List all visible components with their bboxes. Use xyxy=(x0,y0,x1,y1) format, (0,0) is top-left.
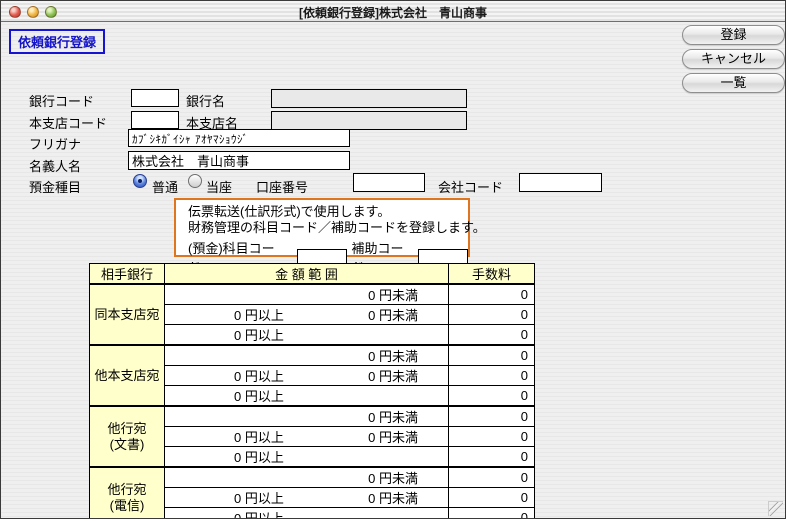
fee-table-header-fee: 手数料 xyxy=(449,264,535,285)
amount-upper: 0 円未満 xyxy=(284,346,448,365)
amount-range-cell[interactable]: 0 円未満 xyxy=(165,406,449,427)
deposit-type-option-futsu-label: 普通 xyxy=(152,177,178,196)
table-row: 他行宛 (電信) 0 円未満 0 xyxy=(90,467,535,488)
table-row: 他行宛 (文書) 0 円未満 0 xyxy=(90,406,535,427)
furigana-label: フリガナ xyxy=(29,134,81,153)
amount-range-cell[interactable]: 0 円以上0 円未満 xyxy=(165,488,449,508)
holder-name-label: 名義人名 xyxy=(29,156,81,175)
table-row: 他本支店宛 0 円未満 0 xyxy=(90,345,535,366)
bank-name-field xyxy=(271,89,467,108)
amount-range-cell[interactable]: 0 円以上0 円未満 xyxy=(165,366,449,386)
fee-cell[interactable]: 0 xyxy=(449,345,535,366)
amount-upper: 0 円未満 xyxy=(284,285,448,304)
group-name-other-branch: 他本支店宛 xyxy=(90,345,165,406)
amount-range-cell[interactable]: 0 円未満 xyxy=(165,467,449,488)
deposit-type-option-toza-label: 当座 xyxy=(206,177,232,196)
resize-grip[interactable] xyxy=(768,501,783,516)
amount-range-cell[interactable]: 0 円未満 xyxy=(165,345,449,366)
fee-cell[interactable]: 0 xyxy=(449,386,535,407)
fee-cell[interactable]: 0 xyxy=(449,305,535,325)
amount-lower: 0 円以上 xyxy=(165,325,284,344)
fee-cell[interactable]: 0 xyxy=(449,447,535,468)
holder-name-input[interactable]: 株式会社 青山商事 xyxy=(128,151,350,170)
page-title: 依頼銀行登録 xyxy=(9,29,105,54)
amount-upper: 0 円未満 xyxy=(284,468,448,487)
register-button[interactable]: 登録 xyxy=(682,25,785,45)
app-window: [依頼銀行登録]株式会社 青山商事 依頼銀行登録 登録 キャンセル 一覧 銀行コ… xyxy=(0,0,786,519)
bank-code-label: 銀行コード xyxy=(29,91,94,110)
amount-lower xyxy=(165,468,284,487)
amount-range-cell[interactable]: 0 円以上 xyxy=(165,447,449,468)
branch-name-field xyxy=(271,111,467,130)
amount-upper xyxy=(284,386,448,405)
deposit-type-radio-futsu[interactable] xyxy=(133,174,147,188)
amount-upper xyxy=(284,508,448,519)
amount-lower: 0 円以上 xyxy=(165,366,284,385)
list-button[interactable]: 一覧 xyxy=(682,73,785,93)
amount-upper: 0 円未満 xyxy=(284,488,448,507)
amount-upper: 0 円未満 xyxy=(284,427,448,446)
group-name-other-bank-wire: 他行宛 (電信) xyxy=(90,467,165,519)
fee-cell[interactable]: 0 xyxy=(449,325,535,346)
amount-lower xyxy=(165,346,284,365)
amount-lower: 0 円以上 xyxy=(165,427,284,446)
amount-range-cell[interactable]: 0 円以上0 円未満 xyxy=(165,427,449,447)
amount-upper: 0 円未満 xyxy=(284,407,448,426)
fee-cell[interactable]: 0 xyxy=(449,427,535,447)
amount-range-cell[interactable]: 0 円以上 xyxy=(165,325,449,346)
amount-lower xyxy=(165,407,284,426)
amount-range-cell[interactable]: 0 円未満 xyxy=(165,284,449,305)
company-code-input[interactable] xyxy=(519,173,602,192)
amount-upper: 0 円未満 xyxy=(284,305,448,324)
window-title: [依頼銀行登録]株式会社 青山商事 xyxy=(1,4,785,21)
fee-cell[interactable]: 0 xyxy=(449,467,535,488)
deposit-type-radio-toza[interactable] xyxy=(188,174,202,188)
amount-lower xyxy=(165,285,284,304)
fee-table-header-range: 金 額 範 囲 xyxy=(165,264,449,285)
amount-upper xyxy=(284,447,448,466)
notice-line-2: 財務管理の科目コード／補助コードを登録します。 xyxy=(188,220,468,236)
account-number-input[interactable] xyxy=(353,173,425,192)
group-name-other-bank-document: 他行宛 (文書) xyxy=(90,406,165,467)
amount-upper xyxy=(284,325,448,344)
amount-lower: 0 円以上 xyxy=(165,386,284,405)
amount-range-cell[interactable]: 0 円以上0 円未満 xyxy=(165,305,449,325)
fee-table-header-bank: 相手銀行 xyxy=(90,264,165,285)
notice-line-1: 伝票転送(仕訳形式)で使用します。 xyxy=(188,204,468,220)
account-number-label: 口座番号 xyxy=(256,177,308,196)
fee-cell[interactable]: 0 xyxy=(449,488,535,508)
amount-lower: 0 円以上 xyxy=(165,447,284,466)
bank-name-label: 銀行名 xyxy=(186,91,225,110)
fee-cell[interactable]: 0 xyxy=(449,508,535,520)
cancel-button[interactable]: キャンセル xyxy=(682,49,785,69)
amount-lower: 0 円以上 xyxy=(165,488,284,507)
furigana-input[interactable]: ｶﾌﾞｼｷｶﾞｲｼｬ ｱｵﾔﾏｼｮｳｼﾞ xyxy=(128,129,350,147)
deposit-type-label: 預金種目 xyxy=(29,177,81,196)
company-code-label: 会社コード xyxy=(438,177,503,196)
fee-table: 相手銀行 金 額 範 囲 手数料 同本支店宛 0 円未満 0 0 円以上0 円未… xyxy=(89,263,535,519)
amount-range-cell[interactable]: 0 円以上 xyxy=(165,386,449,407)
amount-upper: 0 円未満 xyxy=(284,366,448,385)
group-name-same-branch: 同本支店宛 xyxy=(90,284,165,345)
title-bar: [依頼銀行登録]株式会社 青山商事 xyxy=(1,1,785,22)
fee-cell[interactable]: 0 xyxy=(449,284,535,305)
amount-lower: 0 円以上 xyxy=(165,508,284,519)
transfer-notice-box: 伝票転送(仕訳形式)で使用します。 財務管理の科目コード／補助コードを登録します… xyxy=(174,198,470,257)
bank-code-input[interactable] xyxy=(131,89,179,107)
fee-cell[interactable]: 0 xyxy=(449,366,535,386)
amount-range-cell[interactable]: 0 円以上 xyxy=(165,508,449,520)
branch-code-input[interactable] xyxy=(131,111,179,129)
amount-lower: 0 円以上 xyxy=(165,305,284,324)
table-row: 同本支店宛 0 円未満 0 xyxy=(90,284,535,305)
window-body: 依頼銀行登録 登録 キャンセル 一覧 銀行コード 銀行名 本支店コード 本支店名… xyxy=(1,23,785,518)
branch-code-label: 本支店コード xyxy=(29,113,107,132)
fee-cell[interactable]: 0 xyxy=(449,406,535,427)
